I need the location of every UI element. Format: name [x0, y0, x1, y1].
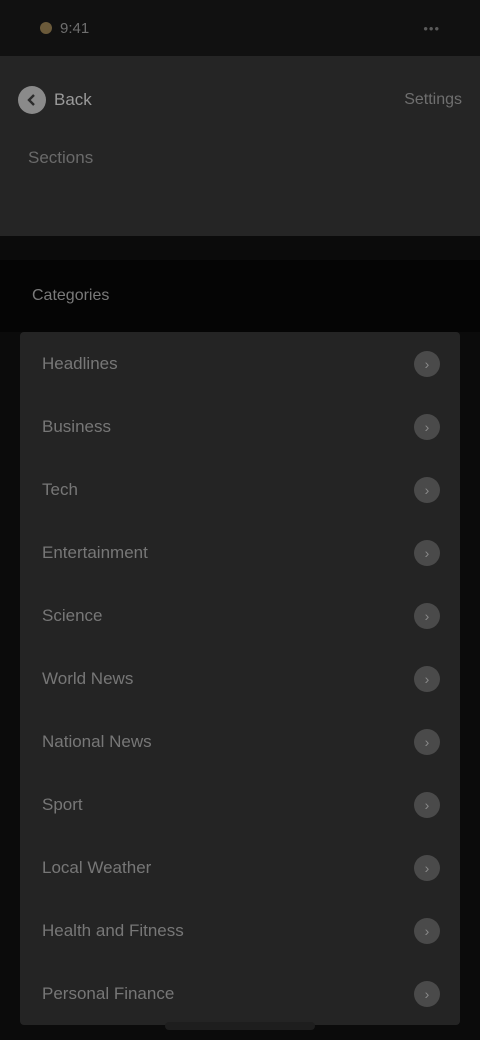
list-item[interactable]: Entertainment › — [20, 521, 460, 584]
chevron-right-icon: › — [414, 728, 440, 755]
chevron-right-icon: › — [414, 476, 440, 503]
item-label: Local Weather — [42, 857, 152, 877]
back-arrow-icon — [18, 86, 46, 114]
page-title: Sections — [28, 148, 94, 167]
status-bar: 9:41 ••• — [0, 0, 480, 56]
section-header: Categories — [0, 260, 480, 332]
status-left: 9:41 — [40, 20, 89, 37]
item-label: Headlines — [42, 353, 118, 373]
section-title: Categories — [32, 287, 110, 304]
list-item[interactable]: World News › — [20, 647, 460, 710]
item-label: Personal Finance — [42, 983, 175, 1003]
chevron-right-icon: › — [414, 350, 440, 377]
list-item[interactable]: Headlines › — [20, 332, 460, 395]
chevron-right-icon: › — [414, 791, 440, 818]
chevron-right-icon: › — [414, 539, 440, 566]
settings-button[interactable]: Settings — [404, 91, 462, 109]
item-label: Health and Fitness — [42, 920, 184, 940]
list-item[interactable]: Business › — [20, 395, 460, 458]
back-button[interactable]: Back — [18, 86, 92, 114]
header-top-row: Back Settings — [0, 56, 480, 144]
app-screen: 9:41 ••• Back Settings Sections Categori… — [0, 0, 480, 1040]
item-label: Tech — [42, 479, 78, 499]
content: Categories Headlines › Business › Tech ›… — [0, 260, 480, 1025]
list-item[interactable]: Sport › — [20, 773, 460, 836]
item-label: Entertainment — [42, 542, 148, 562]
home-indicator — [165, 1022, 315, 1030]
item-label: World News — [42, 668, 134, 688]
category-list: Headlines › Business › Tech › Entertainm… — [20, 332, 460, 1025]
chevron-right-icon: › — [414, 854, 440, 881]
chevron-right-icon: › — [414, 602, 440, 629]
item-label: Sport — [42, 794, 83, 814]
chevron-right-icon: › — [414, 665, 440, 692]
list-item[interactable]: Tech › — [20, 458, 460, 521]
item-label: Business — [42, 416, 111, 436]
signal-icon: ••• — [423, 20, 440, 36]
header: Back Settings Sections — [0, 56, 480, 236]
chevron-right-icon: › — [414, 917, 440, 944]
list-item[interactable]: Health and Fitness › — [20, 899, 460, 962]
chevron-right-icon: › — [414, 413, 440, 440]
list-item[interactable]: Personal Finance › — [20, 962, 460, 1025]
list-item[interactable]: Local Weather › — [20, 836, 460, 899]
chevron-right-icon: › — [414, 980, 440, 1007]
item-label: National News — [42, 731, 152, 751]
list-item[interactable]: Science › — [20, 584, 460, 647]
list-item[interactable]: National News › — [20, 710, 460, 773]
item-label: Science — [42, 605, 103, 625]
status-dot-icon — [40, 22, 52, 34]
back-label: Back — [54, 90, 92, 109]
status-time: 9:41 — [60, 19, 90, 37]
